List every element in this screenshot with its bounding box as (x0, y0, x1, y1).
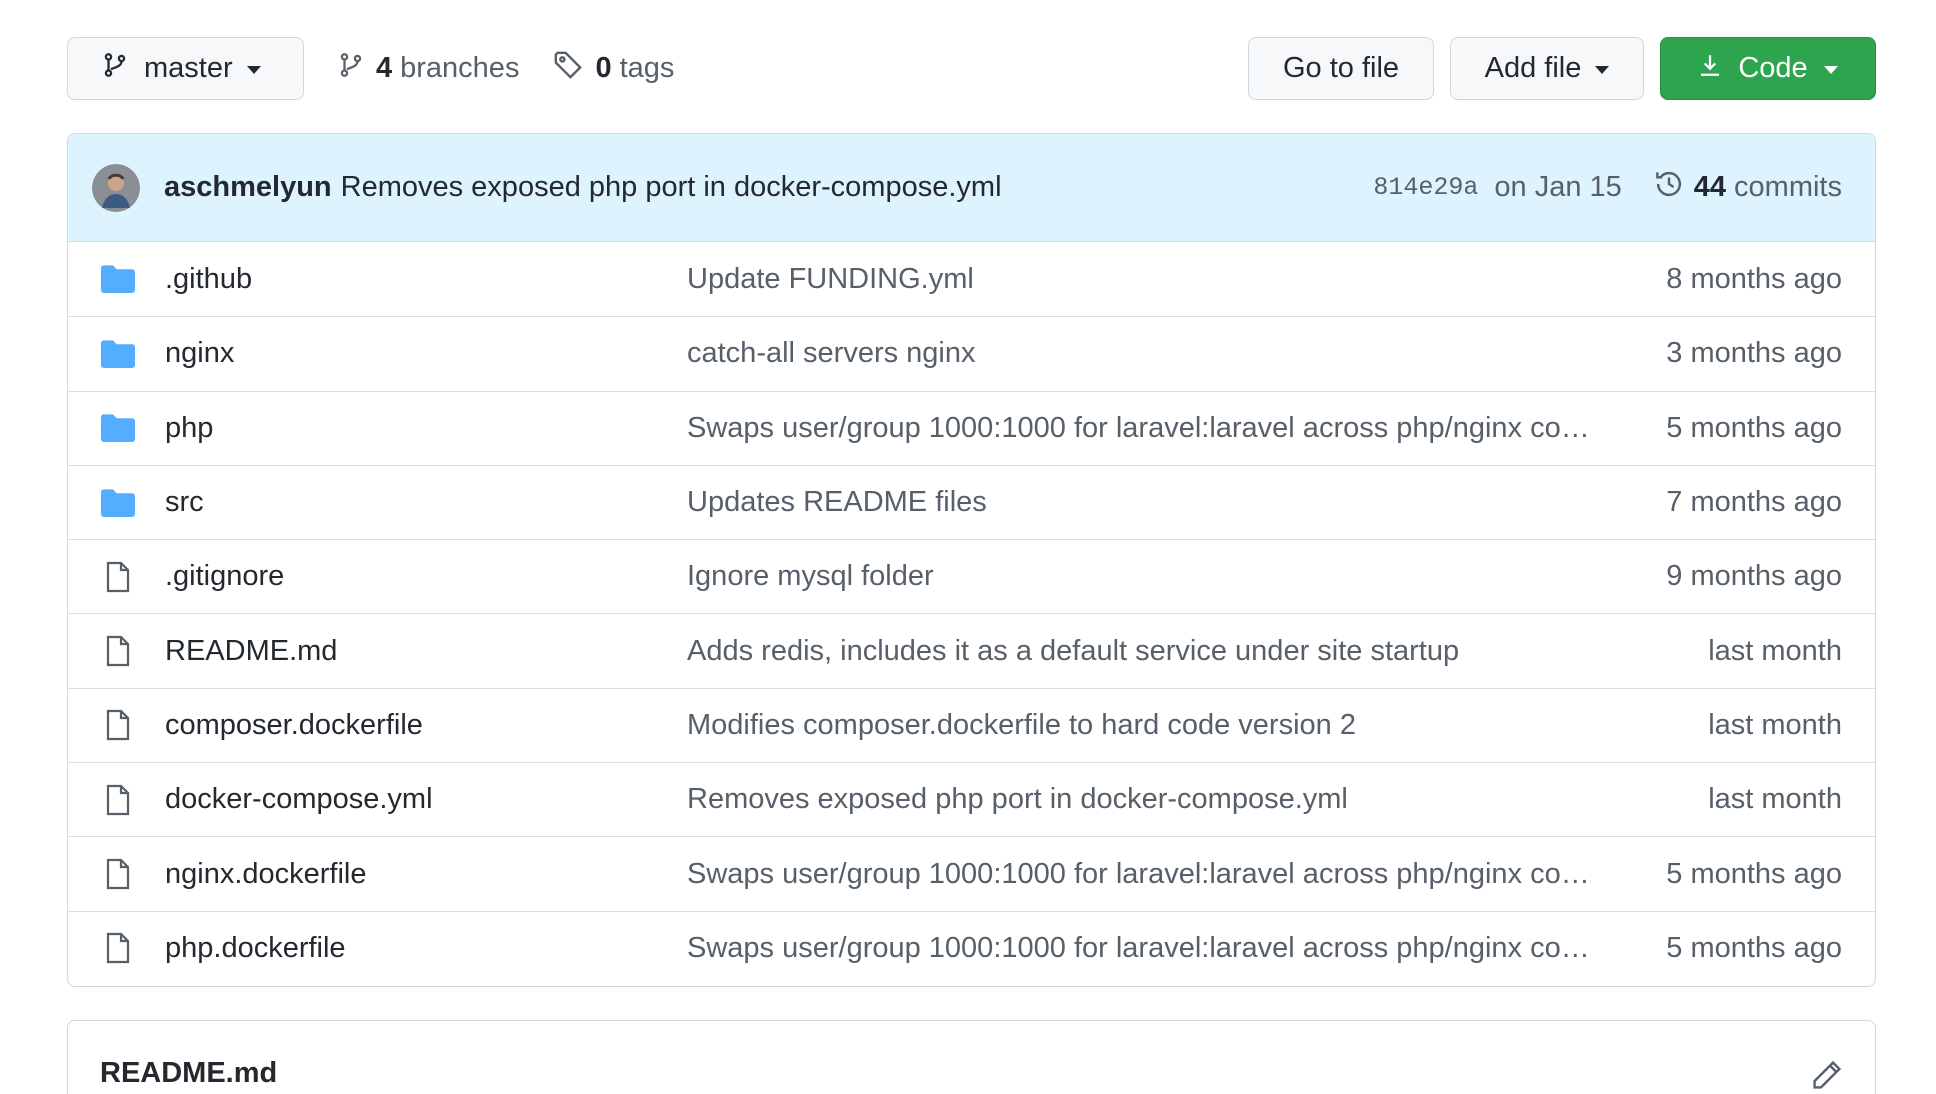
tags-link[interactable]: 0 tags (553, 50, 674, 88)
file-name[interactable]: .gitignore (165, 560, 687, 593)
file-age: 8 months ago (1666, 262, 1842, 295)
file-commit-message[interactable]: Swaps user/group 1000:1000 for laravel:l… (687, 412, 1642, 445)
file-age: last month (1708, 634, 1842, 667)
file-icon (101, 857, 135, 891)
table-row[interactable]: php Swaps user/group 1000:1000 for larave… (68, 390, 1875, 465)
tag-icon (553, 50, 583, 88)
file-name[interactable]: docker-compose.yml (165, 783, 687, 816)
latest-commit-bar: aschmelyun Removes exposed php port in d… (68, 134, 1875, 242)
table-row[interactable]: .github Update FUNDING.yml 8 months ago (68, 242, 1875, 316)
file-age: 5 months ago (1666, 857, 1842, 890)
file-commit-message[interactable]: Updates README files (687, 486, 1642, 519)
table-row[interactable]: .gitignore Ignore mysql folder 9 months ag… (68, 539, 1875, 613)
branch-select-button[interactable]: master (67, 37, 304, 100)
file-commit-message[interactable]: Swaps user/group 1000:1000 for laravel:l… (687, 932, 1642, 965)
file-age: 9 months ago (1666, 560, 1842, 593)
avatar[interactable] (92, 163, 140, 212)
file-list: aschmelyun Removes exposed php port in d… (67, 133, 1876, 987)
code-button[interactable]: Code (1660, 37, 1876, 100)
table-row[interactable]: nginx catch-all servers nginx 3 months ago (68, 316, 1875, 390)
readme-panel: README.md (67, 1020, 1876, 1094)
add-file-button[interactable]: Add file (1450, 37, 1644, 100)
history-icon (1654, 169, 1684, 207)
table-row[interactable]: src Updates README files 7 months ago (68, 464, 1875, 539)
file-commit-message[interactable]: Ignore mysql folder (687, 560, 1642, 593)
go-to-file-button[interactable]: Go to file (1248, 37, 1434, 100)
commits-label: commits (1734, 171, 1842, 203)
readme-title[interactable]: README.md (100, 1057, 277, 1090)
file-name[interactable]: .github (165, 263, 687, 296)
folder-icon (101, 262, 135, 296)
folder-icon (101, 411, 135, 445)
file-name[interactable]: nginx.dockerfile (165, 858, 687, 891)
file-name[interactable]: README.md (165, 635, 687, 668)
commits-count: 44 (1693, 171, 1727, 203)
file-age: 5 months ago (1666, 931, 1842, 964)
branches-link[interactable]: 4 branches (338, 51, 519, 87)
branch-name: master (144, 52, 233, 84)
file-age: 7 months ago (1666, 486, 1842, 519)
go-to-file-label: Go to file (1282, 52, 1400, 84)
file-age: 3 months ago (1666, 337, 1842, 370)
file-name[interactable]: composer.dockerfile (165, 709, 687, 742)
file-icon (101, 931, 135, 965)
commit-author[interactable]: aschmelyun (164, 171, 332, 204)
branches-count: 4 (376, 52, 393, 84)
commit-date: on Jan 15 (1494, 171, 1622, 203)
file-name[interactable]: php.dockerfile (165, 932, 687, 965)
file-commit-message[interactable]: Update FUNDING.yml (687, 263, 1642, 296)
table-row[interactable]: README.md Adds redis, includes it as a de… (68, 613, 1875, 687)
file-commit-message[interactable]: Removes exposed php port in docker-compo… (687, 783, 1642, 816)
chevron-down-icon (246, 66, 261, 74)
table-row[interactable]: nginx.dockerfile Swaps user/group 1000:10… (68, 836, 1875, 910)
git-branch-icon (338, 51, 364, 87)
file-age: last month (1708, 708, 1842, 741)
folder-icon (101, 486, 135, 520)
repo-toolbar: master 4 branches 0 tags Go to file Add … (67, 37, 1876, 100)
table-row[interactable]: docker-compose.yml Removes exposed php po… (68, 762, 1875, 836)
download-icon (1698, 51, 1722, 87)
file-age: last month (1708, 783, 1842, 816)
add-file-label: Add file (1484, 52, 1582, 84)
chevron-down-icon (1595, 66, 1610, 74)
commits-link[interactable]: 44 commits (1654, 169, 1842, 207)
file-commit-message[interactable]: Adds redis, includes it as a default ser… (687, 635, 1642, 668)
table-row[interactable]: composer.dockerfile Modifies composer.doc… (68, 687, 1875, 762)
file-commit-message[interactable]: catch-all servers nginx (687, 337, 1642, 370)
git-branch-icon (102, 51, 128, 87)
commit-message[interactable]: Removes exposed php port in docker-compo… (341, 171, 1002, 204)
file-icon (101, 560, 135, 594)
branches-label: branches (400, 52, 520, 84)
chevron-down-icon (1823, 66, 1838, 74)
file-name[interactable]: php (165, 412, 687, 445)
file-name[interactable]: src (165, 486, 687, 519)
code-label: Code (1738, 52, 1808, 84)
file-name[interactable]: nginx (165, 337, 687, 370)
pencil-icon[interactable] (1811, 1059, 1843, 1091)
file-icon (101, 783, 135, 817)
file-commit-message[interactable]: Modifies composer.dockerfile to hard cod… (687, 709, 1642, 742)
file-commit-message[interactable]: Swaps user/group 1000:1000 for laravel:l… (687, 858, 1642, 891)
file-icon (101, 708, 135, 742)
file-age: 5 months ago (1666, 411, 1842, 444)
commit-sha[interactable]: 814e29a (1373, 173, 1478, 202)
table-row[interactable]: php.dockerfile Swaps user/group 1000:1000… (68, 910, 1875, 985)
tags-label: tags (619, 52, 675, 84)
tags-count: 0 (595, 52, 612, 84)
folder-icon (101, 337, 135, 371)
file-icon (101, 634, 135, 668)
file-rows: .github Update FUNDING.yml 8 months ago ngi… (68, 242, 1875, 985)
